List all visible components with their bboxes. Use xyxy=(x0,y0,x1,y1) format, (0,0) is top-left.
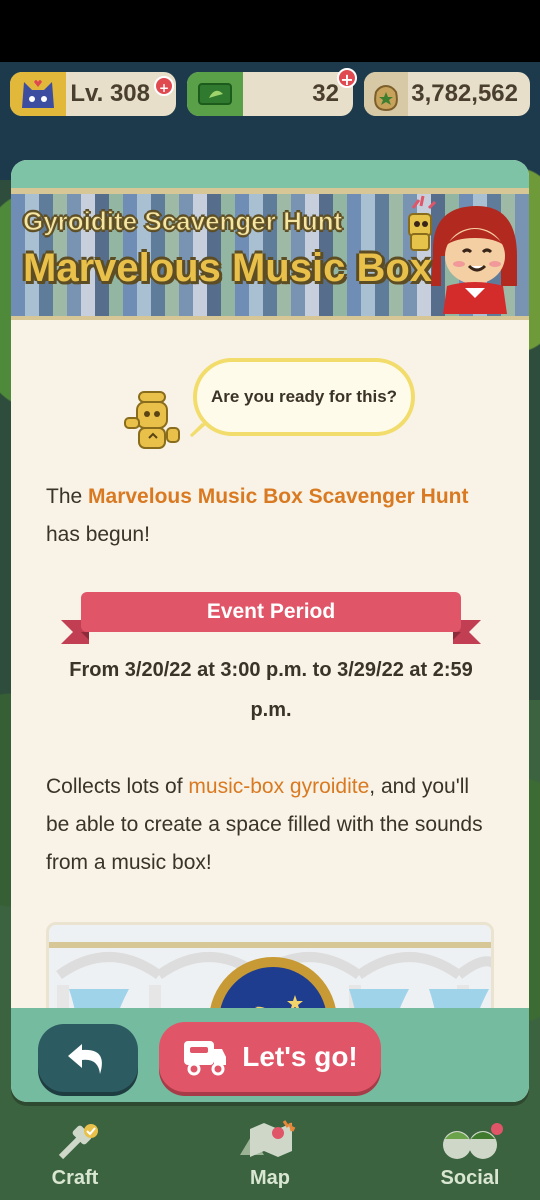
nav-social-label: Social xyxy=(440,1167,500,1189)
truck-icon xyxy=(184,1041,227,1076)
event-period-ribbon: Event Period xyxy=(61,592,481,648)
bells-count: 3,782,562 xyxy=(411,80,518,107)
bells-counter[interactable]: 3,782,562 xyxy=(364,72,530,116)
event-period-label: Event Period xyxy=(206,600,336,623)
nav-map[interactable]: Map xyxy=(230,1119,310,1190)
collect-paragraph: Collects lots of music-box gyroidite, an… xyxy=(46,768,496,882)
level-indicator[interactable]: Lv. 308 + xyxy=(10,72,176,116)
level-text: Lv. 308 xyxy=(70,80,150,107)
lets-go-button[interactable]: Let's go! xyxy=(159,1022,381,1092)
banner-subtitle: Gyroidite Scavenger Hunt xyxy=(22,206,343,237)
intro-paragraph: The Marvelous Music Box Scavenger Hunt h… xyxy=(46,478,496,554)
avatar-icon xyxy=(10,72,66,116)
back-button[interactable] xyxy=(38,1024,138,1092)
villagers-icon xyxy=(443,1123,503,1159)
back-arrow-icon xyxy=(68,1044,102,1074)
add-tickets-icon[interactable]: + xyxy=(337,68,357,89)
speech-bubble: Are you ready for this? xyxy=(193,358,415,436)
intro-suffix: has begun! xyxy=(46,523,150,546)
music-box-gyroid-icon xyxy=(124,391,180,449)
intro-prefix: The xyxy=(46,485,89,508)
nav-craft[interactable]: Craft xyxy=(40,1123,110,1190)
villager-character-icon xyxy=(408,195,517,314)
nav-map-label: Map xyxy=(250,1167,290,1189)
lets-go-label: Let's go! xyxy=(242,1041,358,1072)
event-period-dates: From 3/20/22 at 3:00 p.m. to 3/29/22 at … xyxy=(69,659,473,721)
leaf-ticket-counter[interactable]: 32 + xyxy=(187,68,357,116)
ticket-count: 32 xyxy=(312,80,339,107)
bell-bag-icon xyxy=(364,72,408,116)
event-name-highlight: Marvelous Music Box Scavenger Hunt xyxy=(88,485,469,508)
leaf-ticket-icon xyxy=(187,72,243,116)
status-bar xyxy=(0,0,540,62)
event-banner: Gyroidite Scavenger Hunt Marvelous Music… xyxy=(11,188,529,320)
bottom-nav: Craft Map Social xyxy=(0,1100,540,1200)
gyroidite-highlight: music-box gyroidite xyxy=(188,775,370,798)
dialog-header-strip xyxy=(11,160,529,188)
nav-craft-label: Craft xyxy=(51,1167,99,1189)
hammer-icon xyxy=(58,1124,98,1160)
banner-title: Marvelous Music Box xyxy=(23,246,433,290)
event-dialog: Gyroidite Scavenger Hunt Marvelous Music… xyxy=(11,160,529,1102)
level-info-icon[interactable]: + xyxy=(154,76,174,96)
collect-prefix: Collects lots of xyxy=(46,775,189,798)
nav-social[interactable]: Social xyxy=(425,1123,515,1190)
map-icon xyxy=(240,1120,296,1157)
